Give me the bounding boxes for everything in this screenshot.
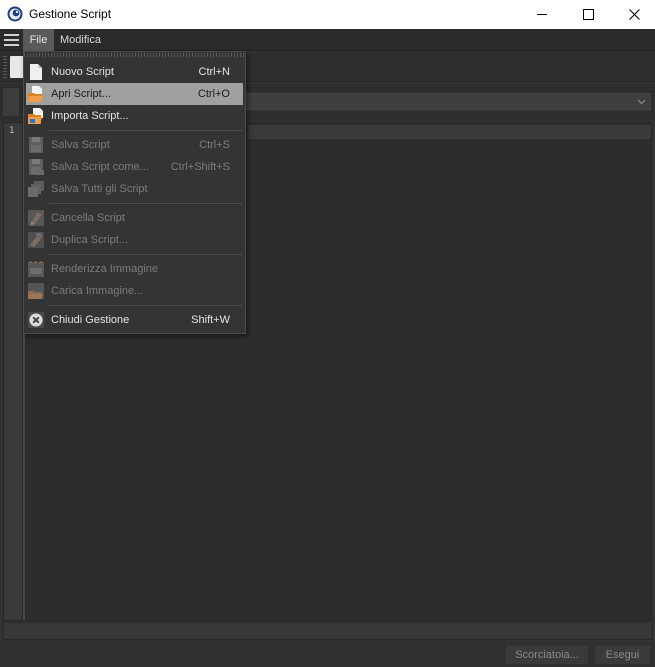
menubar: File Modifica <box>0 29 655 51</box>
horizontal-scrollbar[interactable] <box>3 622 652 640</box>
menu-item-import-script[interactable]: Importa Script... <box>26 105 243 127</box>
menu-item-save-script[interactable]: Salva Script Ctrl+S <box>26 134 243 156</box>
new-document-icon <box>30 64 42 80</box>
menu-separator <box>49 203 242 204</box>
close-circle-icon <box>28 312 44 328</box>
menu-item-save-all-scripts[interactable]: Salva Tutti gli Script <box>26 178 243 200</box>
line-number: 1 <box>9 126 15 136</box>
menu-file[interactable]: File <box>23 29 54 51</box>
menu-item-shortcut: Ctrl+S <box>199 139 230 151</box>
selector-left-panel <box>3 88 19 116</box>
open-folder-icon <box>28 86 43 102</box>
menu-item-shortcut: Ctrl+Shift+S <box>170 161 230 173</box>
save-as-icon <box>29 159 44 175</box>
menu-item-shortcut: Shift+W <box>191 314 230 326</box>
menu-separator <box>49 130 242 131</box>
close-window-button[interactable] <box>611 0 655 29</box>
render-icon <box>28 261 44 277</box>
menu-item-label: Renderizza Immagine <box>51 263 158 275</box>
window-titlebar: Gestione Script <box>0 0 655 29</box>
maximize-icon <box>582 9 594 20</box>
duplicate-icon <box>28 232 44 248</box>
menu-item-label: Salva Tutti gli Script <box>51 183 148 195</box>
menu-modifica[interactable]: Modifica <box>60 29 101 51</box>
menu-item-label: Importa Script... <box>51 110 129 122</box>
line-gutter: 1 <box>4 123 22 620</box>
menu-item-label: Nuovo Script <box>51 66 114 78</box>
menu-item-label: Duplica Script... <box>51 234 129 246</box>
save-all-icon <box>28 181 44 197</box>
menu-item-label: Salva Script <box>51 139 110 151</box>
save-icon <box>29 137 43 153</box>
menu-item-delete-script[interactable]: Cancella Script <box>26 207 243 229</box>
toolbar-drag-handle[interactable] <box>3 56 7 78</box>
menu-item-new-script[interactable]: Nuovo Script Ctrl+N <box>26 61 243 83</box>
shortcut-button[interactable]: Scorciatoia... <box>506 646 588 664</box>
hamburger-menu-icon[interactable] <box>4 34 19 46</box>
import-icon <box>28 108 43 124</box>
menu-separator <box>49 254 242 255</box>
script-select[interactable] <box>244 93 651 110</box>
menu-item-label: Carica Immagine... <box>51 285 144 297</box>
close-icon <box>628 9 640 20</box>
delete-icon <box>28 210 44 226</box>
chevron-down-icon <box>637 99 646 105</box>
menu-item-save-script-as[interactable]: Salva Script come... Ctrl+Shift+S <box>26 156 243 178</box>
run-button[interactable]: Esegui <box>595 646 650 664</box>
menu-separator <box>49 305 242 306</box>
maximize-button[interactable] <box>565 0 611 29</box>
menu-item-label: Salva Script come... <box>51 161 149 173</box>
menu-item-label: Chiudi Gestione <box>51 314 130 326</box>
menu-tearoff-handle[interactable] <box>24 53 245 57</box>
editor-header-strip <box>248 125 651 139</box>
new-document-icon[interactable] <box>10 56 24 78</box>
menu-item-open-script[interactable]: Apri Script... Ctrl+O <box>26 83 243 105</box>
minimize-icon <box>536 14 547 15</box>
load-image-icon <box>28 283 44 299</box>
footer-bar: Scorciatoia... Esegui <box>0 641 655 667</box>
window-title: Gestione Script <box>29 7 112 21</box>
menu-item-render-image[interactable]: Renderizza Immagine <box>26 258 243 280</box>
menu-item-shortcut: Ctrl+O <box>197 88 230 100</box>
cinema4d-logo-icon <box>7 6 23 22</box>
menu-item-label: Cancella Script <box>51 212 125 224</box>
menu-item-shortcut: Ctrl+N <box>198 66 230 78</box>
menu-item-close-manager[interactable]: Chiudi Gestione Shift+W <box>26 309 243 331</box>
menu-item-duplicate-script[interactable]: Duplica Script... <box>26 229 243 251</box>
menu-item-label: Apri Script... <box>51 88 111 100</box>
menu-item-load-image[interactable]: Carica Immagine... <box>26 280 243 302</box>
minimize-button[interactable] <box>519 0 565 29</box>
file-menu-dropdown: Nuovo Script Ctrl+N Apri Script... Ctrl+… <box>23 51 246 334</box>
